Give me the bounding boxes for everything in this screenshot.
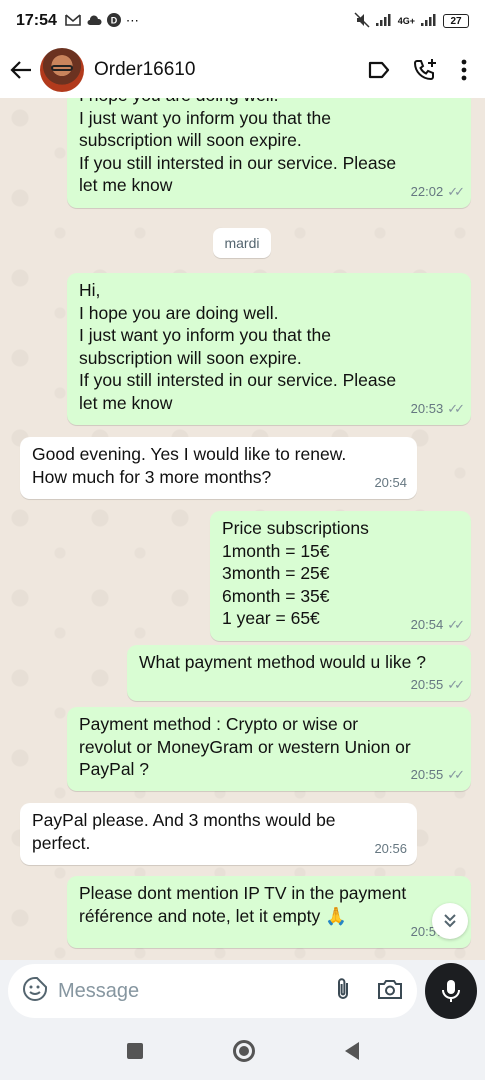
read-ticks-icon: ✓✓ — [447, 676, 465, 692]
more-notifications-icon: ⋯ — [125, 13, 139, 28]
add-call-icon[interactable] — [413, 58, 439, 82]
message-time: 22:02 — [410, 183, 444, 199]
notification-icons: D ⋯ — [65, 12, 139, 30]
message-input[interactable] — [58, 979, 323, 1003]
message-text: Please dont mention IP TV in the payment… — [79, 883, 407, 926]
message-time: 20:54 — [410, 616, 444, 632]
message-bubble-outgoing[interactable]: Payment method : Crypto or wise or revol… — [67, 707, 471, 791]
status-bar: 17:54 D ⋯ 4G+ 27 — [0, 0, 485, 42]
message-text: Hi, I hope you are doing well. I just wa… — [79, 280, 397, 413]
gmail-icon — [65, 13, 81, 29]
d-app-icon: D — [106, 12, 121, 30]
message-text: PayPal please. And 3 months would be per… — [32, 810, 336, 853]
home-icon[interactable] — [232, 1040, 255, 1062]
voice-record-button[interactable] — [425, 963, 477, 1019]
battery-icon: 27 — [443, 14, 469, 28]
microphone-icon — [442, 980, 460, 1002]
message-meta: 20:54 — [374, 472, 407, 495]
message-meta: 22:02 ✓✓ — [410, 181, 465, 204]
scroll-to-bottom-button[interactable] — [432, 903, 468, 939]
camera-icon[interactable] — [377, 978, 403, 1005]
read-ticks-icon: ✓✓ — [447, 400, 465, 416]
label-tag-icon[interactable] — [367, 60, 391, 80]
message-text: Payment method : Crypto or wise or revol… — [79, 714, 411, 779]
message-time: 20:54 — [374, 474, 407, 490]
cloud-icon — [86, 14, 102, 29]
message-meta: 20:56 — [374, 838, 407, 861]
read-ticks-icon: ✓✓ — [447, 616, 465, 632]
message-bubble-outgoing[interactable]: What payment method would u like ? 20:55… — [127, 645, 471, 701]
message-meta: 20:55 ✓✓ — [410, 674, 465, 697]
message-time: 20:53 — [410, 400, 444, 416]
chat-header: Order16610 — [0, 42, 485, 98]
contact-name[interactable]: Order16610 — [94, 59, 367, 81]
message-time: 20:55 — [410, 676, 444, 692]
status-time: 17:54 — [16, 12, 57, 29]
message-bubble-incoming[interactable]: Good evening. Yes I would like to renew.… — [20, 437, 417, 499]
message-bubble-outgoing[interactable]: I hope you are doing well. I just want y… — [67, 98, 471, 208]
network-type-label: 4G+ — [397, 16, 415, 26]
message-bubble-outgoing[interactable]: Please dont mention IP TV in the payment… — [67, 876, 471, 948]
message-text: Good evening. Yes I would like to renew.… — [32, 444, 347, 487]
status-left: 17:54 D ⋯ — [16, 12, 139, 30]
back-triangle-icon[interactable] — [344, 1042, 359, 1060]
signal-icon-2 — [421, 13, 437, 29]
message-text: What payment method would u like ? — [139, 652, 426, 672]
message-meta: 20:53 ✓✓ — [410, 398, 465, 421]
message-bubble-outgoing[interactable]: Price subscriptions 1month = 15€ 3month … — [210, 511, 471, 641]
chat-area[interactable]: I hope you are doing well. I just want y… — [0, 98, 485, 960]
message-time: 20:55 — [410, 766, 444, 782]
header-actions — [367, 58, 477, 82]
mute-icon — [354, 11, 370, 31]
message-meta: 20:54 ✓✓ — [410, 614, 465, 637]
message-text: I hope you are doing well. I just want y… — [79, 98, 397, 195]
message-meta: 20:55 ✓✓ — [410, 764, 465, 787]
avatar[interactable] — [40, 48, 84, 92]
sticker-emoji-icon[interactable] — [22, 976, 48, 1007]
read-ticks-icon: ✓✓ — [447, 766, 465, 782]
back-arrow-icon[interactable] — [8, 57, 34, 83]
message-input-container — [8, 964, 417, 1018]
signal-icon-1 — [375, 13, 392, 29]
message-bubble-outgoing[interactable]: Hi, I hope you are doing well. I just wa… — [67, 273, 471, 425]
date-separator: mardi — [213, 228, 271, 258]
attach-paperclip-icon[interactable] — [333, 976, 353, 1007]
double-chevron-down-icon — [444, 914, 456, 928]
system-navigation-bar — [0, 1022, 485, 1080]
status-right: 4G+ 27 — [354, 11, 469, 31]
composer-bar — [0, 960, 485, 1022]
message-time: 20:56 — [374, 840, 407, 856]
recent-apps-icon[interactable] — [126, 1043, 143, 1059]
read-ticks-icon: ✓✓ — [447, 183, 465, 199]
menu-kebab-icon[interactable] — [461, 59, 467, 81]
message-bubble-incoming[interactable]: PayPal please. And 3 months would be per… — [20, 803, 417, 865]
svg-text:D: D — [111, 15, 118, 25]
